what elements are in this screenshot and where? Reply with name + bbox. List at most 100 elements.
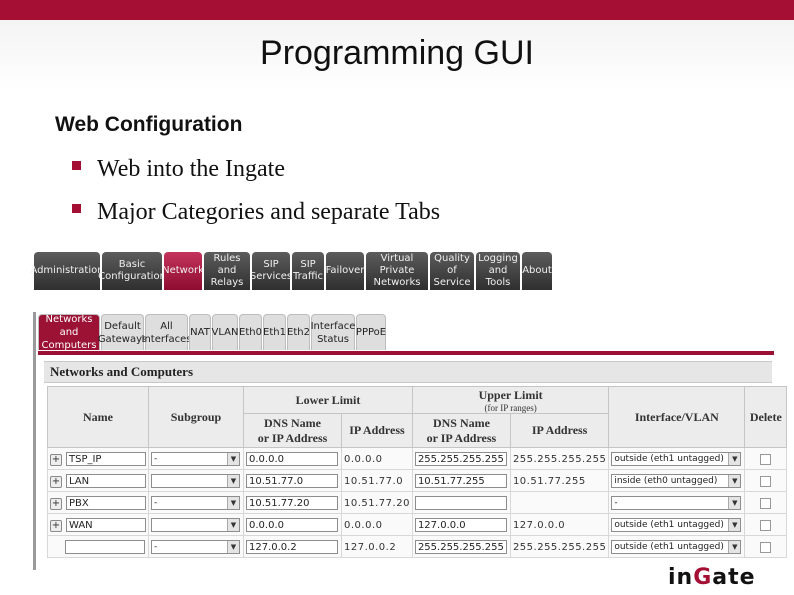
subgroup-cell: - ▼ bbox=[148, 535, 244, 558]
expand-plus-icon[interactable]: + bbox=[50, 475, 62, 488]
lower-dns-cell: 0.0.0.0 bbox=[243, 447, 342, 470]
delete-checkbox[interactable] bbox=[760, 497, 772, 509]
section-header: Networks and Computers bbox=[44, 361, 772, 383]
column-header-upper-ip: IP Address bbox=[509, 413, 610, 448]
upper-dns-input[interactable] bbox=[414, 496, 507, 511]
lower-dns-cell: 10.51.77.0 bbox=[243, 469, 342, 492]
lower-dns-input[interactable]: 127.0.0.2 bbox=[246, 540, 338, 555]
main-tab-quality-of-service[interactable]: Quality of Service bbox=[430, 252, 474, 290]
interface-select[interactable]: outside (eth1 untagged) ▼ bbox=[611, 540, 742, 555]
upper-dns-input[interactable]: 10.51.77.255 bbox=[414, 474, 507, 489]
main-tab-logging-and-tools[interactable]: Logging and Tools bbox=[476, 252, 520, 290]
delete-cell bbox=[744, 447, 788, 470]
main-navigation: Administration Basic Configuration Netwo… bbox=[30, 252, 552, 290]
tab-pppoe[interactable]: PPPoE bbox=[356, 314, 386, 350]
lower-ip-cell: 0.0.0.0 bbox=[341, 447, 413, 470]
bullet-square-icon bbox=[72, 160, 81, 170]
upper-dns-input[interactable]: 127.0.0.0 bbox=[414, 518, 507, 533]
upper-ip-cell: 255.255.255.255 bbox=[509, 535, 610, 558]
lower-dns-input[interactable]: 0.0.0.0 bbox=[246, 518, 338, 533]
interface-select[interactable]: outside (eth1 untagged) ▼ bbox=[611, 518, 742, 533]
main-tab-failover[interactable]: Failover bbox=[326, 252, 364, 290]
table-row: + TSP_IP - ▼ 0.0.0.0 0.0.0.0 255.255.255.2… bbox=[47, 447, 788, 470]
subgroup-select[interactable]: - ▼ bbox=[151, 452, 240, 467]
main-tab-administration[interactable]: Administration bbox=[30, 252, 104, 290]
bullet-square-icon bbox=[72, 203, 81, 213]
tab-eth1[interactable]: Eth1 bbox=[263, 314, 286, 350]
tab-vlan[interactable]: VLAN bbox=[212, 314, 238, 350]
name-cell: + LAN bbox=[47, 469, 149, 492]
logo-text-2: G bbox=[693, 565, 713, 590]
delete-cell bbox=[744, 469, 788, 492]
name-input[interactable]: LAN bbox=[66, 474, 146, 489]
column-header-delete: Delete bbox=[744, 386, 788, 448]
table-row: + WAN ▼ 0.0.0.0 0.0.0.0 127.0.0.0 127.0.0… bbox=[47, 513, 788, 536]
bullet-item: Web into the Ingate bbox=[72, 154, 440, 197]
lower-ip-value: 10.51.77.0 bbox=[344, 476, 404, 487]
main-tab-basic-configuration[interactable]: Basic Configuration bbox=[98, 252, 166, 290]
chevron-down-icon: ▼ bbox=[227, 475, 239, 488]
name-input[interactable] bbox=[65, 540, 145, 555]
upper-ip-cell: 10.51.77.255 bbox=[509, 469, 610, 492]
delete-cell bbox=[744, 513, 788, 536]
main-tab-rules-and-relays[interactable]: Rules and Relays bbox=[204, 252, 250, 290]
tab-eth2[interactable]: Eth2 bbox=[287, 314, 310, 350]
tab-networks-and-computers[interactable]: Networks and Computers bbox=[38, 314, 100, 351]
subgroup-select[interactable]: ▼ bbox=[151, 518, 240, 533]
delete-checkbox[interactable] bbox=[760, 453, 772, 465]
top-accent-bar bbox=[0, 0, 794, 20]
active-tab-bar bbox=[38, 351, 774, 355]
subgroup-value: - bbox=[154, 498, 158, 509]
tab-nat[interactable]: NAT bbox=[189, 314, 211, 350]
upper-ip-value: 127.0.0.0 bbox=[512, 520, 566, 531]
tab-all-interfaces[interactable]: All Interfaces bbox=[142, 314, 192, 350]
tab-eth0[interactable]: Eth0 bbox=[239, 314, 262, 350]
main-tab-sip-services[interactable]: SIP Services bbox=[250, 252, 292, 290]
lower-dns-input[interactable]: 10.51.77.0 bbox=[246, 474, 338, 489]
upper-ip-cell: 255.255.255.255 bbox=[509, 447, 610, 470]
interface-cell: - ▼ bbox=[608, 491, 746, 514]
upper-dns-input[interactable]: 255.255.255.255 bbox=[414, 452, 507, 467]
interface-value: inside (eth0 untagged) bbox=[614, 476, 718, 487]
main-tab-sip-traffic[interactable]: SIP Traffic bbox=[292, 252, 324, 290]
bullet-text: Web into the Ingate bbox=[97, 156, 286, 182]
name-input[interactable]: TSP_IP bbox=[66, 452, 146, 467]
lower-dns-input[interactable]: 0.0.0.0 bbox=[246, 452, 338, 467]
interface-select[interactable]: inside (eth0 untagged) ▼ bbox=[611, 474, 742, 489]
name-input[interactable]: WAN bbox=[66, 518, 146, 533]
delete-checkbox[interactable] bbox=[760, 519, 772, 531]
chevron-down-icon: ▼ bbox=[728, 475, 741, 488]
delete-checkbox[interactable] bbox=[760, 541, 772, 553]
section-title: Networks and Computers bbox=[50, 364, 193, 379]
chevron-down-icon: ▼ bbox=[728, 541, 741, 554]
interface-select[interactable]: outside (eth1 untagged) ▼ bbox=[611, 452, 742, 467]
main-tab-network[interactable]: Network bbox=[162, 252, 204, 290]
lower-ip-value: 10.51.77.20 bbox=[344, 498, 410, 509]
lower-ip-cell: 10.51.77.20 bbox=[341, 491, 413, 514]
delete-cell bbox=[744, 491, 788, 514]
subgroup-select[interactable]: - ▼ bbox=[151, 496, 240, 511]
subgroup-select[interactable]: - ▼ bbox=[151, 540, 240, 555]
name-input[interactable]: PBX bbox=[66, 496, 146, 511]
column-header-upper-dns: DNS Name or IP Address bbox=[411, 413, 511, 448]
column-header-subgroup: Subgroup bbox=[148, 386, 244, 448]
upper-dns-input[interactable]: 255.255.255.255 bbox=[414, 540, 507, 555]
main-tab-about[interactable]: About bbox=[522, 252, 552, 290]
lower-dns-cell: 127.0.0.2 bbox=[243, 535, 342, 558]
chevron-down-icon: ▼ bbox=[728, 497, 741, 510]
expand-plus-icon[interactable]: + bbox=[50, 519, 62, 532]
subgroup-select[interactable]: ▼ bbox=[151, 474, 240, 489]
tab-default-gateways[interactable]: Default Gateways bbox=[98, 314, 147, 350]
lower-dns-input[interactable]: 10.51.77.20 bbox=[246, 496, 338, 511]
main-tab-virtual-private-networks[interactable]: Virtual Private Networks bbox=[366, 252, 428, 290]
upper-ip-value: 255.255.255.255 bbox=[512, 454, 607, 465]
delete-checkbox[interactable] bbox=[760, 475, 772, 487]
chevron-down-icon: ▼ bbox=[227, 541, 239, 554]
tab-interface-status[interactable]: Interface Status bbox=[311, 314, 355, 350]
subgroup-value: - bbox=[154, 454, 158, 465]
interface-select[interactable]: - ▼ bbox=[611, 496, 742, 511]
ingate-logo: inGate bbox=[668, 565, 756, 590]
column-header-lower-ip: IP Address bbox=[341, 413, 413, 448]
expand-plus-icon[interactable]: + bbox=[50, 453, 62, 466]
expand-plus-icon[interactable]: + bbox=[50, 497, 62, 510]
